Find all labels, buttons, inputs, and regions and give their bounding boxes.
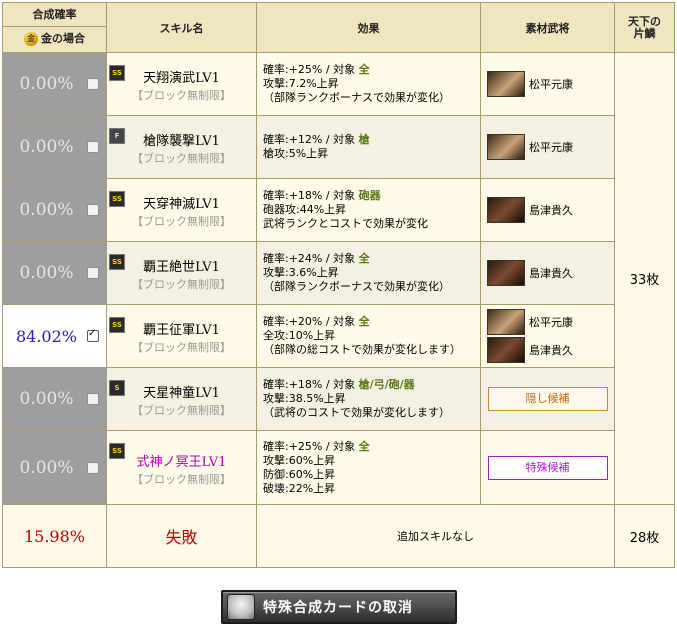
effect-header: 効果 [256,2,481,53]
skill-block: 【ブロック無制限】 [132,341,231,354]
gold-coin-icon: 金 [24,32,38,46]
skill-checkbox[interactable] [87,461,99,474]
rate-header: 合成確率 金金の場合 [2,2,107,53]
skill-checkbox[interactable] [87,78,99,90]
rank-badge: S [109,380,125,396]
rate-value: 0.00% [19,389,74,409]
fragments-header: 天下の 片鱗 [614,2,675,53]
fail-rate: 15.98% [23,526,85,546]
rate-value: 0.00% [19,457,74,478]
synthesis-table: 合成確率 金金の場合 スキル名 効果 素材武将 天下の 片鱗 0.00% SS 天翔… [2,2,675,568]
skill-name: 覇王絶世LV1 [143,260,220,275]
skill-row[interactable]: 0.00% F 槍隊襲撃LV1 【ブロック無制限】 確率:+12% / 対象 槍槍攻… [2,115,675,179]
rank-badge: SS [109,443,125,459]
no-additional-skill: 追加スキルなし [397,530,474,543]
skill-block: 【ブロック無制限】 [132,404,231,417]
skill-block: 【ブロック無制限】 [132,215,231,228]
skill-checkbox[interactable] [87,393,99,405]
material-general[interactable]: 松平元康 [481,70,614,98]
material-header: 素材武将 [480,2,615,53]
skill-checkbox[interactable] [87,267,99,279]
gold-case-label: 金の場合 [41,32,85,45]
rank-badge: SS [109,65,125,81]
skill-name: 天穿神滅LV1 [143,197,220,212]
special-candidate-button[interactable]: 特殊候補 [487,455,608,480]
skill-checkbox[interactable] [87,204,99,216]
skill-name: 覇王征軍LV1 [143,323,220,338]
rate-value: 0.00% [19,263,74,283]
material-general[interactable]: 松平元康 [481,308,614,336]
fragments-value: 33枚 [614,52,675,505]
general-portrait [487,260,525,286]
fail-row: 15.98% 失敗 追加スキルなし 28枚 [2,504,675,568]
rate-value: 0.00% [19,74,74,94]
general-portrait [487,337,525,363]
skill-checkbox[interactable] [87,141,99,153]
cancel-special-synthesis-button[interactable]: 特殊合成カードの取消 [221,590,457,624]
skill-row[interactable]: 84.02% SS覇王征軍LV1【ブロック無制限】 確率:+20% / 対象 全… [2,304,675,368]
skill-name: 天星神童LV1 [143,386,220,401]
general-portrait [487,134,525,160]
material-general[interactable]: 島津貴久 [481,336,614,364]
hidden-candidate-button[interactable]: 隠し候補 [487,387,608,411]
fail-fragments: 28枚 [614,504,675,568]
rank-badge: F [109,128,125,144]
skill-name: 式神ノ冥王LV1 [136,454,227,470]
rank-badge: SS [109,191,125,207]
skill-checkbox[interactable] [87,328,99,342]
skill-row[interactable]: 0.00% SS 天穿神滅LV1 【ブロック無制限】 確率:+18% / 対象 砲器… [2,178,675,242]
general-portrait [487,197,525,223]
skill-block: 【ブロック無制限】 [132,152,231,165]
material-general[interactable]: 島津貴久 [481,196,614,224]
rate-title: 合成確率 [3,4,106,27]
skill-block: 【ブロック無制限】 [132,89,231,102]
rate-value: 0.00% [19,137,74,157]
skill-block: 【ブロック無制限】 [132,472,231,486]
skill-row[interactable]: 0.00% S 天星神童LV1 【ブロック無制限】 確率:+18% / 対象 槍/弓… [2,367,675,431]
skill-row[interactable]: 0.00% SS 天翔演武LV1 【ブロック無制限】 確率:+25% / 対象 全攻… [2,52,675,505]
skill-row[interactable]: 0.00% SS 覇王絶世LV1 【ブロック無制限】 確率:+24% / 対象 全攻… [2,241,675,305]
general-portrait [487,71,525,97]
skill-name: 天翔演武LV1 [143,71,220,86]
rate-value: 0.00% [19,200,74,220]
material-general[interactable]: 松平元康 [481,133,614,161]
skill-name: 槍隊襲撃LV1 [143,134,220,149]
material-general[interactable]: 島津貴久 [481,259,614,287]
portrait-icon [227,594,255,620]
rank-badge: SS [109,317,125,333]
skill-name-header: スキル名 [106,2,257,53]
fail-label: 失敗 [165,528,198,547]
rate-value: 84.02% [15,326,77,346]
general-portrait [487,309,525,335]
rank-badge: SS [109,254,125,270]
skill-row[interactable]: 0.00% SS 式神ノ冥王LV1 【ブロック無制限】 確率:+25% / 対象 全… [2,430,675,505]
skill-block: 【ブロック無制限】 [132,278,231,291]
